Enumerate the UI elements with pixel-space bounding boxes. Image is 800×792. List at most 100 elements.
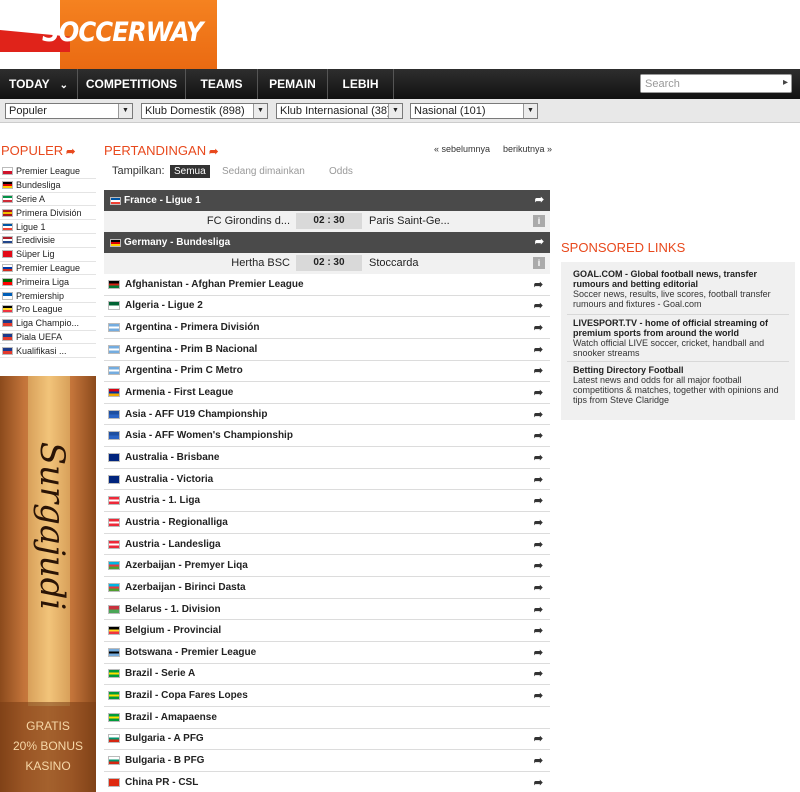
competition-row[interactable]: Austria - Landesliga ➦ <box>104 533 550 556</box>
arrow-right-circle-icon[interactable]: ➦ <box>534 689 543 702</box>
tab-odds[interactable]: Odds <box>325 165 357 178</box>
populer-item[interactable]: Premier League <box>0 262 96 276</box>
arrow-right-circle-icon[interactable]: ➦ <box>534 603 543 616</box>
competition-row[interactable]: Australia - Victoria ➦ <box>104 468 550 491</box>
match-time[interactable]: 02 : 30 <box>296 255 362 271</box>
arrow-right-circle-icon[interactable]: ➦ <box>534 451 543 464</box>
competition-label[interactable]: Afghanistan - Afghan Premier League <box>125 279 304 290</box>
populer-item[interactable]: Premier League <box>0 165 96 179</box>
arrow-right-circle-icon[interactable]: ➦ <box>534 624 543 637</box>
match-row[interactable]: FC Girondins d... 02 : 30 Paris Saint-Ge… <box>104 211 550 232</box>
competition-row[interactable]: Brazil - Serie A ➦ <box>104 663 550 686</box>
competition-row[interactable]: Armenia - First League ➦ <box>104 382 550 404</box>
competition-label[interactable]: Brazil - Copa Fares Lopes <box>125 690 248 701</box>
competition-row[interactable]: Asia - AFF U19 Championship ➦ <box>104 403 550 426</box>
competition-label[interactable]: Armenia - First League <box>125 387 233 398</box>
home-team[interactable]: FC Girondins d... <box>104 215 290 227</box>
competition-row[interactable]: Australia - Brisbane ➦ <box>104 447 550 469</box>
filter-select-klub-internasional[interactable]: Klub Internasional (38) ▼ <box>276 103 403 119</box>
arrow-right-circle-icon[interactable]: ➦ <box>534 343 543 356</box>
competition-label[interactable]: Asia - AFF U19 Championship <box>125 409 267 420</box>
competition-label[interactable]: Bulgaria - A PFG <box>125 733 204 744</box>
sponsored-link-title[interactable]: GOAL.COM - Global football news, transfe… <box>573 269 783 289</box>
search-input[interactable] <box>641 75 771 92</box>
populer-title[interactable]: POPULER ➦ <box>1 143 75 158</box>
competition-label[interactable]: China PR - CSL <box>125 777 198 788</box>
arrow-right-circle-icon[interactable]: ➦ <box>535 232 544 253</box>
arrow-right-circle-icon[interactable]: ➦ <box>534 364 543 377</box>
competition-label[interactable]: Brazil - Amapaense <box>125 712 217 723</box>
match-row[interactable]: Hertha BSC 02 : 30 Stoccarda i <box>104 253 550 274</box>
arrow-right-circle-icon[interactable]: ➦ <box>534 429 543 442</box>
arrow-right-circle-icon[interactable]: ➦ <box>534 473 543 486</box>
competition-label[interactable]: Australia - Brisbane <box>125 452 219 463</box>
tab-sedang-dimainkan[interactable]: Sedang dimainkan <box>218 165 309 178</box>
competition-row[interactable]: Brazil - Amapaense <box>104 707 550 729</box>
competition-label[interactable]: Argentina - Prim C Metro <box>125 365 243 376</box>
info-icon[interactable]: i <box>533 257 545 269</box>
competition-label[interactable]: Austria - 1. Liga <box>125 495 200 506</box>
match-time[interactable]: 02 : 30 <box>296 213 362 229</box>
competition-header[interactable]: France - Ligue 1 ➦ <box>104 190 550 211</box>
populer-item[interactable]: Serie A <box>0 193 96 207</box>
sponsored-link[interactable]: LIVESPORT.TV - home of official streamin… <box>573 318 783 358</box>
competition-row[interactable]: Austria - Regionalliga ➦ <box>104 512 550 534</box>
arrow-right-circle-icon[interactable]: ➦ <box>534 581 543 594</box>
competition-label[interactable]: Botswana - Premier League <box>125 647 256 658</box>
nav-competitions[interactable]: COMPETITIONS <box>78 69 186 99</box>
populer-item[interactable]: Kualifikasi ... <box>0 344 96 359</box>
arrow-right-circle-icon[interactable]: ➦ <box>534 732 543 745</box>
competition-row[interactable]: Algeria - Ligue 2 ➦ <box>104 295 550 318</box>
arrow-right-circle-icon[interactable]: ➦ <box>534 386 543 399</box>
competition-label[interactable]: Argentina - Primera División <box>125 322 259 333</box>
competition-label[interactable]: Austria - Landesliga <box>125 539 221 550</box>
competition-row[interactable]: Bulgaria - A PFG ➦ <box>104 728 550 751</box>
arrow-right-circle-icon[interactable]: ➦ <box>534 646 543 659</box>
competition-label[interactable]: Belgium - Provincial <box>125 625 221 636</box>
competition-row[interactable]: China PR - CSL ➦ <box>104 771 550 792</box>
competition-row[interactable]: Belarus - 1. Division ➦ <box>104 598 550 621</box>
competition-label[interactable]: Algeria - Ligue 2 <box>125 300 203 311</box>
arrow-right-circle-icon[interactable]: ➦ <box>534 667 543 680</box>
prev-link[interactable]: « sebelumnya <box>434 144 490 154</box>
nav-lebih[interactable]: LEBIH <box>328 69 394 99</box>
competition-label[interactable]: Asia - AFF Women's Championship <box>125 430 293 441</box>
home-team[interactable]: Hertha BSC <box>104 257 290 269</box>
competition-label[interactable]: Bulgaria - B PFG <box>125 755 204 766</box>
populer-item[interactable]: Primeira Liga <box>0 275 96 290</box>
arrow-right-circle-icon[interactable]: ➦ <box>534 776 543 789</box>
competition-row[interactable]: Brazil - Copa Fares Lopes ➦ <box>104 685 550 707</box>
casino-banner-ad[interactable]: Surgajudi GRATIS 20% BONUS KASINO <box>0 376 96 792</box>
populer-item[interactable]: Süper Lig <box>0 248 96 262</box>
competition-row[interactable]: Bulgaria - B PFG ➦ <box>104 750 550 772</box>
search-go-icon[interactable]: ▸ <box>783 77 788 88</box>
competition-label[interactable]: Australia - Victoria <box>125 474 213 485</box>
arrow-right-circle-icon[interactable]: ➦ <box>534 494 543 507</box>
populer-item[interactable]: Pro League <box>0 303 96 317</box>
arrow-right-circle-icon[interactable]: ➦ <box>534 754 543 767</box>
populer-item[interactable]: Liga Champio... <box>0 317 96 331</box>
competition-header[interactable]: Germany - Bundesliga ➦ <box>104 232 550 253</box>
populer-item[interactable]: Ligue 1 <box>0 220 96 234</box>
competition-row[interactable]: Azerbaijan - Premyer Liqa ➦ <box>104 555 550 578</box>
competition-row[interactable]: Belgium - Provincial ➦ <box>104 620 550 642</box>
next-link[interactable]: berikutnya » <box>503 144 552 154</box>
competition-row[interactable]: Asia - AFF Women's Championship ➦ <box>104 425 550 448</box>
arrow-right-circle-icon[interactable]: ➦ <box>535 190 544 211</box>
competition-row[interactable]: Argentina - Prim B Nacional ➦ <box>104 338 550 361</box>
arrow-right-circle-icon[interactable]: ➦ <box>534 516 543 529</box>
competition-row[interactable]: Austria - 1. Liga ➦ <box>104 490 550 513</box>
competition-label[interactable]: Argentina - Prim B Nacional <box>125 344 257 355</box>
competition-row[interactable]: Botswana - Premier League ➦ <box>104 642 550 664</box>
competition-label[interactable]: Austria - Regionalliga <box>125 517 228 528</box>
competition-row[interactable]: Argentina - Prim C Metro ➦ <box>104 360 550 383</box>
tab-semua[interactable]: Semua <box>170 165 210 178</box>
nav-teams[interactable]: TEAMS <box>186 69 258 99</box>
competition-row[interactable]: Argentina - Primera División ➦ <box>104 317 550 339</box>
away-team[interactable]: Paris Saint-Ge... <box>369 215 450 227</box>
arrow-right-circle-icon[interactable]: ➦ <box>534 299 543 312</box>
sponsored-link-title[interactable]: Betting Directory Football <box>573 365 783 375</box>
competition-label[interactable]: Azerbaijan - Premyer Liqa <box>125 560 248 571</box>
populer-item[interactable]: Premiership <box>0 289 96 303</box>
info-icon[interactable]: i <box>533 215 545 227</box>
